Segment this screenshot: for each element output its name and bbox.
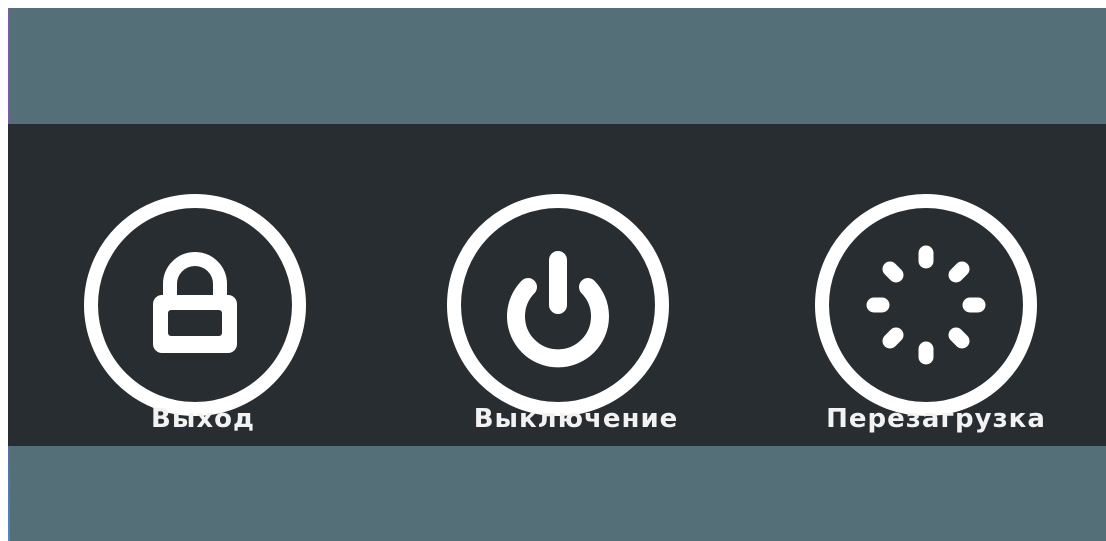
restart-spinner-icon — [815, 194, 1037, 416]
logout-label: Выход — [151, 404, 255, 434]
power-options-panel: Выход Выключение Перезагрузка — [8, 124, 1106, 446]
shutdown-option[interactable]: Выключение — [378, 124, 748, 446]
shutdown-label: Выключение — [473, 404, 679, 434]
restart-option[interactable]: Перезагрузка — [748, 124, 1106, 446]
lock-icon — [84, 194, 306, 416]
power-icon — [447, 194, 669, 416]
restart-label: Перезагрузка — [826, 404, 1046, 434]
logout-option[interactable]: Выход — [8, 124, 378, 446]
